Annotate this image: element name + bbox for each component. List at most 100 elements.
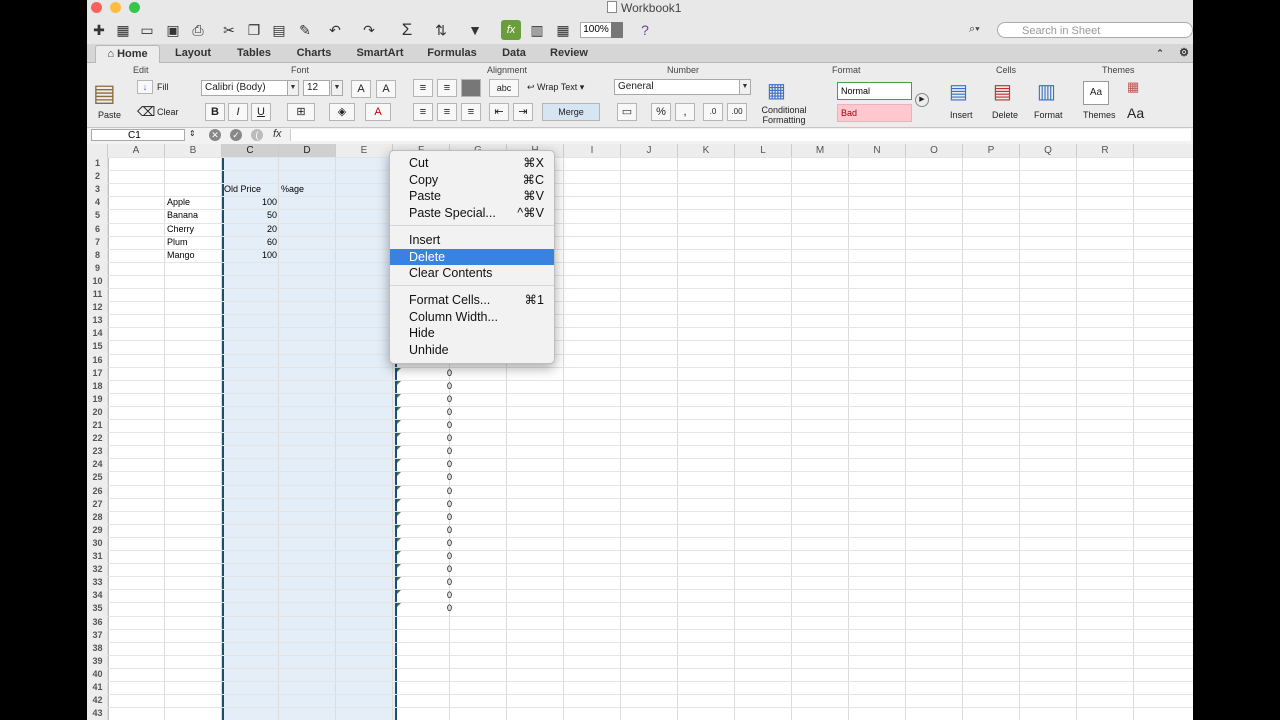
close-window-button[interactable]	[91, 2, 102, 13]
error-indicator-icon[interactable]	[397, 459, 401, 464]
row-header[interactable]: 24	[87, 458, 108, 471]
error-indicator-icon[interactable]	[397, 433, 401, 438]
select-all-corner[interactable]	[87, 144, 108, 157]
search-sheet-input[interactable]: Search in Sheet	[997, 22, 1193, 38]
tab-data[interactable]: Data	[492, 45, 536, 62]
style-bad[interactable]: Bad	[837, 104, 912, 122]
formula-builder-icon[interactable]: fx	[501, 20, 521, 40]
row-header[interactable]: 14	[87, 327, 108, 340]
column-header-b[interactable]: B	[165, 144, 222, 157]
fruit-name-cell[interactable]: Mango	[167, 249, 195, 262]
eraser-icon[interactable]: ⌫	[137, 104, 155, 120]
cell-c3[interactable]: Old Price	[224, 183, 261, 196]
styles-next-icon[interactable]: ▶	[915, 93, 929, 107]
error-indicator-icon[interactable]	[397, 537, 401, 542]
row-header[interactable]: 3	[87, 183, 108, 196]
cell-d3[interactable]: %age	[281, 183, 304, 196]
align-bottom-icon[interactable]	[461, 79, 481, 97]
column-e-value-cell[interactable]: 0	[398, 511, 452, 524]
column-e-value-cell[interactable]: 0	[398, 419, 452, 432]
fruit-name-cell[interactable]: Apple	[167, 196, 190, 209]
cancel-icon[interactable]: ✕	[209, 129, 221, 141]
error-indicator-icon[interactable]	[397, 367, 401, 372]
old-price-cell[interactable]: 60	[223, 236, 277, 249]
row-header[interactable]: 18	[87, 380, 108, 393]
fill-icon[interactable]: ↓	[137, 80, 153, 94]
tab-home[interactable]: ⌂ Home	[95, 45, 160, 63]
tab-review[interactable]: Review	[544, 45, 594, 62]
error-indicator-icon[interactable]	[397, 551, 401, 555]
row-header[interactable]: 16	[87, 354, 108, 367]
themes-button[interactable]: Themes	[1083, 110, 1116, 120]
row-header[interactable]: 6	[87, 223, 108, 236]
row-header[interactable]: 38	[87, 642, 108, 655]
old-price-cell[interactable]: 100	[223, 249, 277, 262]
themes-icon[interactable]: Aa	[1083, 81, 1109, 105]
fruit-name-cell[interactable]: Plum	[167, 236, 188, 249]
column-e-value-cell[interactable]: 0	[398, 445, 452, 458]
error-indicator-icon[interactable]	[397, 472, 401, 477]
decrease-decimal-icon[interactable]: .00	[727, 103, 747, 121]
zoom-dropdown[interactable]	[611, 22, 623, 38]
row-header[interactable]: 17	[87, 367, 108, 380]
column-header-i[interactable]: I	[564, 144, 621, 157]
row-header[interactable]: 41	[87, 681, 108, 694]
row-header[interactable]: 29	[87, 524, 108, 537]
font-name-dropdown[interactable]: ▼	[287, 80, 299, 96]
row-header[interactable]: 27	[87, 498, 108, 511]
style-normal[interactable]: Normal	[837, 82, 912, 100]
increase-decimal-icon[interactable]: .0	[703, 103, 723, 121]
font-name-field[interactable]: Calibri (Body)	[201, 80, 288, 96]
column-e-value-cell[interactable]: 0	[398, 576, 452, 589]
row-header[interactable]: 23	[87, 445, 108, 458]
tab-layout[interactable]: Layout	[165, 45, 221, 62]
show-hide-icon[interactable]: ▥	[527, 20, 547, 40]
templates-icon[interactable]: ▦	[113, 20, 133, 40]
percent-button[interactable]: %	[651, 103, 671, 121]
increase-indent-icon[interactable]: ⇥	[513, 103, 533, 121]
bold-button[interactable]: B	[205, 103, 225, 121]
open-folder-icon[interactable]: ▭	[137, 20, 157, 40]
format-cells-icon[interactable]: ▥	[1037, 79, 1056, 104]
delete-button[interactable]: Delete	[992, 110, 1018, 120]
tab-charts[interactable]: Charts	[287, 45, 341, 62]
accounting-format-icon[interactable]: ▭	[617, 103, 637, 121]
underline-button[interactable]: U	[251, 103, 271, 121]
column-header-n[interactable]: N	[849, 144, 906, 157]
conditional-formatting-button[interactable]: Conditional Formatting	[759, 105, 809, 125]
tab-tables[interactable]: Tables	[227, 45, 281, 62]
enter-icon[interactable]: ✓	[230, 129, 242, 141]
column-e-value-cell[interactable]: 0	[398, 406, 452, 419]
row-header[interactable]: 21	[87, 419, 108, 432]
tab-formulas[interactable]: Formulas	[421, 45, 483, 62]
error-indicator-icon[interactable]	[397, 406, 401, 411]
help-icon[interactable]: ?	[635, 20, 655, 40]
column-e-value-cell[interactable]: 0	[398, 550, 452, 563]
menu-item-delete[interactable]: Delete	[390, 249, 554, 265]
comma-button[interactable]: ,	[675, 103, 695, 121]
redo-icon[interactable]: ↷	[359, 20, 379, 40]
menu-item-paste[interactable]: Paste ⌘V	[390, 188, 554, 204]
collapse-ribbon-icon[interactable]: ⌃	[1153, 45, 1167, 62]
paste-icon[interactable]: ▤	[269, 20, 289, 40]
align-center-icon[interactable]: ≡	[437, 103, 457, 121]
insert-function-icon[interactable]: (	[251, 129, 263, 141]
column-e-value-cell[interactable]: 0	[398, 432, 452, 445]
row-header[interactable]: 10	[87, 275, 108, 288]
row-header[interactable]: 28	[87, 511, 108, 524]
column-header-j[interactable]: J	[621, 144, 678, 157]
row-header[interactable]: 26	[87, 485, 108, 498]
insert-button[interactable]: Insert	[950, 110, 973, 120]
delete-cells-icon[interactable]: ▤	[993, 79, 1012, 104]
column-header-d[interactable]: D	[279, 144, 336, 157]
tab-smartart[interactable]: SmartArt	[349, 45, 411, 62]
column-e-value-cell[interactable]: 0	[398, 589, 452, 602]
column-header-c[interactable]: C	[222, 144, 279, 157]
column-e-value-cell[interactable]: 0	[398, 380, 452, 393]
row-header[interactable]: 12	[87, 301, 108, 314]
increase-font-icon[interactable]: A	[351, 80, 371, 98]
format-painter-icon[interactable]: ✎	[295, 20, 315, 40]
column-e-value-cell[interactable]: 0	[398, 498, 452, 511]
row-header[interactable]: 1	[87, 157, 108, 170]
row-header[interactable]: 20	[87, 406, 108, 419]
